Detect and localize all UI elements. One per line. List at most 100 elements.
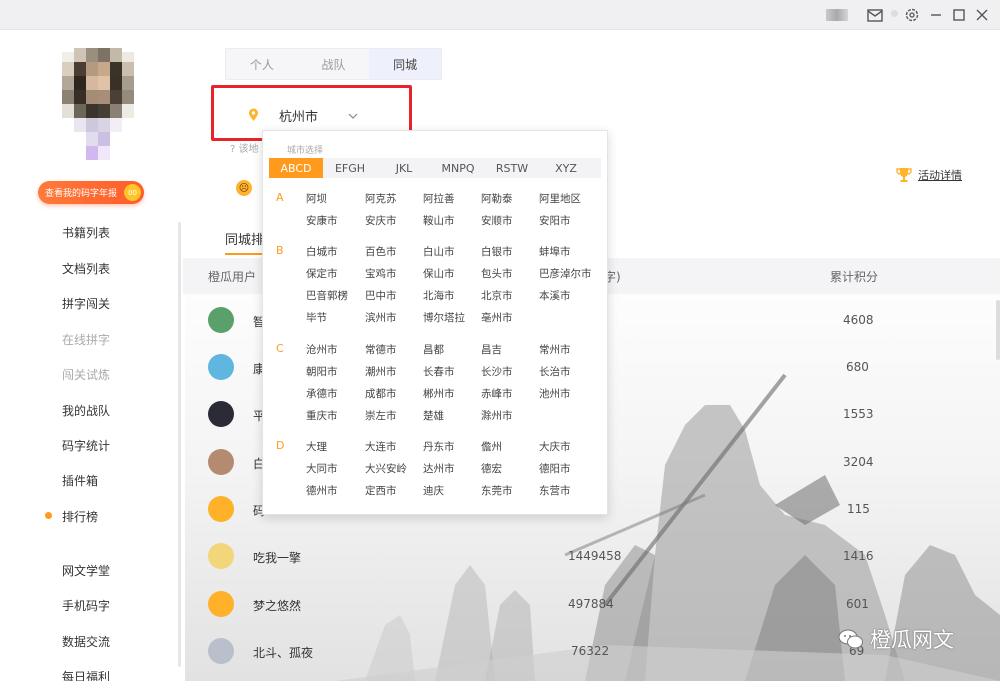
city-option[interactable]: 鞍山市	[423, 213, 455, 228]
mail-icon[interactable]	[866, 6, 884, 24]
leaderboard-tabs: 个人 战队 同城	[225, 48, 442, 80]
city-option[interactable]: 滨州市	[365, 310, 397, 325]
city-option[interactable]: 成都市	[365, 386, 397, 401]
city-option[interactable]: 北海市	[423, 288, 455, 303]
city-option[interactable]: 大连市	[365, 439, 397, 454]
nav-item-data-exchange[interactable]: 数据交流	[62, 633, 110, 650]
city-option[interactable]: 儋州	[481, 439, 502, 454]
city-option[interactable]: 巴音郭楞	[306, 288, 348, 303]
city-option[interactable]: 长治市	[539, 364, 571, 379]
city-option[interactable]: 承德市	[306, 386, 338, 401]
city-option[interactable]: 白城市	[306, 244, 338, 259]
subtab-city-rank[interactable]: 同城排	[225, 229, 264, 248]
city-option[interactable]: 保定市	[306, 266, 338, 281]
city-option[interactable]: 德宏	[481, 461, 502, 476]
city-option[interactable]: 巴中市	[365, 288, 397, 303]
city-option[interactable]: 长春市	[423, 364, 455, 379]
nav-item-documents[interactable]: 文档列表	[62, 260, 110, 277]
city-option[interactable]: 博尔塔拉	[423, 310, 465, 325]
nav-item-mobile[interactable]: 手机码字	[62, 597, 110, 614]
city-option[interactable]: 重庆市	[306, 408, 338, 423]
city-option[interactable]: 昌吉	[481, 342, 502, 357]
nav-item-stats[interactable]: 码字统计	[62, 437, 110, 454]
nav-item-leaderboard[interactable]: 排行榜	[62, 508, 98, 525]
city-option[interactable]: 巴彦淖尔市	[539, 266, 592, 281]
city-option[interactable]: 大同市	[306, 461, 338, 476]
nav-item-online-typing[interactable]: 在线拼字	[62, 331, 110, 348]
city-option[interactable]: 安阳市	[539, 213, 571, 228]
nav-item-daily-bonus[interactable]: 每日福利	[62, 668, 110, 681]
main-scrollbar[interactable]	[996, 300, 1000, 360]
city-option[interactable]: 安康市	[306, 213, 338, 228]
city-option[interactable]: 白山市	[423, 244, 455, 259]
city-option[interactable]: 常州市	[539, 342, 571, 357]
city-option[interactable]: 安顺市	[481, 213, 513, 228]
city-option[interactable]: 大兴安岭	[365, 461, 407, 476]
letter-tab-mnpq[interactable]: MNPQ	[431, 158, 485, 178]
settings-icon[interactable]	[903, 6, 921, 24]
user-thumb-icon[interactable]	[826, 9, 848, 21]
activity-details-link[interactable]: 活动详情	[895, 166, 962, 184]
tab-same-city[interactable]: 同城	[369, 49, 442, 79]
letter-tab-rstw[interactable]: RSTW	[485, 158, 539, 178]
tab-team[interactable]: 战队	[298, 49, 370, 79]
nav-item-trial[interactable]: 闯关试炼	[62, 366, 110, 383]
city-option[interactable]: 阿克苏	[365, 191, 397, 206]
city-option[interactable]: 朝阳市	[306, 364, 338, 379]
city-option[interactable]: 池州市	[539, 386, 571, 401]
city-option[interactable]: 沧州市	[306, 342, 338, 357]
city-option[interactable]: 迪庆	[423, 483, 444, 498]
city-option[interactable]: 阿里地区	[539, 191, 581, 206]
letter-tab-efgh[interactable]: EFGH	[323, 158, 377, 178]
dropdown-title: 城市选择	[287, 146, 324, 156]
city-option[interactable]: 安庆市	[365, 213, 397, 228]
city-option[interactable]: 德阳市	[539, 461, 571, 476]
city-option[interactable]: 东莞市	[481, 483, 513, 498]
nav-item-typing-challenge[interactable]: 拼字闯关	[62, 295, 110, 312]
city-option[interactable]: 德州市	[306, 483, 338, 498]
city-option[interactable]: 东营市	[539, 483, 571, 498]
city-option[interactable]: 丹东市	[423, 439, 455, 454]
maximize-icon[interactable]	[950, 6, 968, 24]
city-option[interactable]: 包头市	[481, 266, 513, 281]
letter-tab-xyz[interactable]: XYZ	[539, 158, 593, 178]
user-avatar[interactable]	[62, 48, 134, 160]
city-option[interactable]: 毕节	[306, 310, 327, 325]
nav-item-plugins[interactable]: 插件箱	[62, 472, 98, 489]
city-option[interactable]: 定西市	[365, 483, 397, 498]
city-option[interactable]: 北京市	[481, 288, 513, 303]
city-option[interactable]: 郴州市	[423, 386, 455, 401]
nav-item-my-team[interactable]: 我的战队	[62, 402, 110, 419]
city-option[interactable]: 滁州市	[481, 408, 513, 423]
city-option[interactable]: 宝鸡市	[365, 266, 397, 281]
city-option[interactable]: 大理	[306, 439, 327, 454]
city-option[interactable]: 崇左市	[365, 408, 397, 423]
city-option[interactable]: 昌都	[423, 342, 444, 357]
letter-tab-jkl[interactable]: JKL	[377, 158, 431, 178]
close-icon[interactable]	[973, 6, 991, 24]
city-option[interactable]: 楚雄	[423, 408, 444, 423]
city-option[interactable]: 亳州市	[481, 310, 513, 325]
tab-personal[interactable]: 个人	[226, 49, 298, 79]
nav-item-books[interactable]: 书籍列表	[62, 224, 110, 241]
city-option[interactable]: 阿拉善	[423, 191, 455, 206]
letter-tab-abcd[interactable]: ABCD	[269, 158, 323, 178]
sidebar-scrollbar[interactable]	[178, 222, 181, 667]
nav-item-school[interactable]: 网文学堂	[62, 562, 110, 579]
city-option[interactable]: 保山市	[423, 266, 455, 281]
city-option[interactable]: 大庆市	[539, 439, 571, 454]
city-option[interactable]: 百色市	[365, 244, 397, 259]
annual-report-button[interactable]: 查看我的码字年报 00	[38, 181, 144, 204]
city-option[interactable]: 潮州市	[365, 364, 397, 379]
city-option[interactable]: 白银市	[481, 244, 513, 259]
minimize-icon[interactable]	[927, 6, 945, 24]
city-option[interactable]: 阿勒泰	[481, 191, 513, 206]
city-option[interactable]: 蚌埠市	[539, 244, 571, 259]
city-option[interactable]: 常德市	[365, 342, 397, 357]
city-option[interactable]: 达州市	[423, 461, 455, 476]
city-option[interactable]: 赤峰市	[481, 386, 513, 401]
city-option[interactable]: 本溪市	[539, 288, 571, 303]
row-score: 680	[846, 360, 869, 374]
city-option[interactable]: 长沙市	[481, 364, 513, 379]
city-option[interactable]: 阿坝	[306, 191, 327, 206]
